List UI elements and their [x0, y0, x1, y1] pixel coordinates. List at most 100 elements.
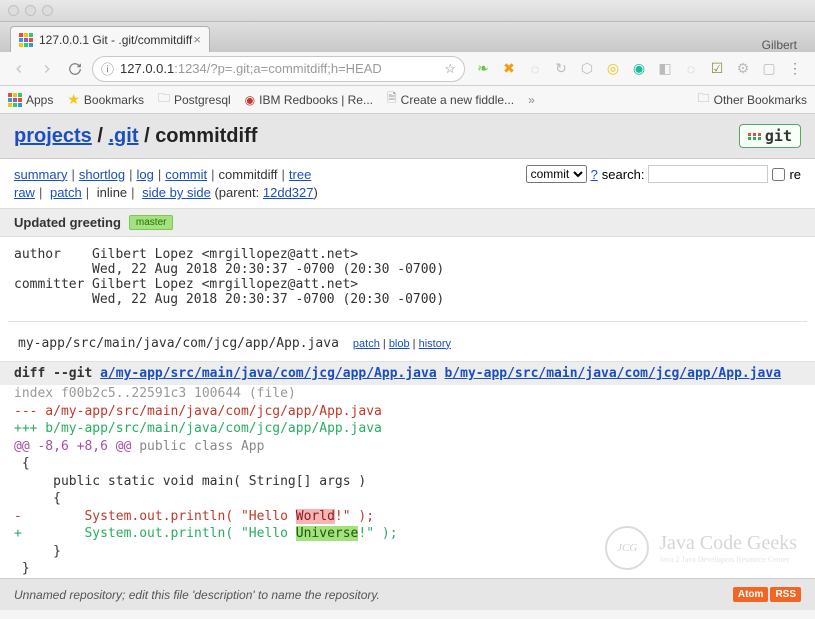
browser-tab[interactable]: 127.0.0.1 Git - .git/commitdiff ×	[10, 26, 210, 52]
nav-log[interactable]: log	[136, 167, 153, 182]
ibm-icon: ◉	[245, 93, 255, 107]
bookmark-fiddle[interactable]: 🗎 Create a new fiddle...	[387, 89, 514, 110]
minimize-window-button[interactable]	[25, 5, 36, 16]
diff-minus-file: --- a/my-app/src/main/java/com/jcg/app/A…	[0, 403, 815, 421]
footer-description: Unnamed repository; edit this file 'desc…	[14, 588, 380, 602]
back-button[interactable]	[8, 58, 30, 80]
browser-toolbar: ⓘ 127.0.0.1:1234/?p=.git;a=commitdiff;h=…	[0, 52, 815, 86]
nav-links-2: raw| patch| inline| side by side (parent…	[0, 185, 815, 208]
diff-b-link[interactable]: b/my-app/src/main/java/com/jcg/app/App.j…	[444, 366, 781, 381]
author-value: Gilbert Lopez <mrgillopez@att.net>	[92, 247, 358, 262]
page-name: commitdiff	[155, 125, 257, 147]
file-blob-link[interactable]: blob	[389, 338, 410, 350]
ext-grey7-icon[interactable]: ▢	[761, 61, 777, 77]
jcg-logo-icon: JCG	[605, 526, 649, 570]
ext-orange-icon[interactable]: ✖	[501, 61, 517, 77]
committer-label: committer	[14, 277, 92, 292]
url-path: /?p=.git;a=commitdiff;h=HEAD	[207, 61, 382, 76]
diff-context: {	[0, 490, 815, 508]
bookmark-star-icon[interactable]: ☆	[444, 61, 456, 77]
rss-feed-button[interactable]: RSS	[770, 587, 801, 602]
ext-check-icon[interactable]: ☑	[709, 61, 725, 77]
menu-icon[interactable]: ⋮	[787, 61, 803, 77]
folder-icon: 🗀	[158, 89, 170, 110]
ext-green-icon[interactable]: ◉	[631, 61, 647, 77]
search-re-label: re	[789, 167, 801, 182]
git-dots-icon	[748, 133, 761, 140]
nav-commit[interactable]: commit	[165, 167, 207, 182]
zoom-window-button[interactable]	[42, 5, 53, 16]
nav-commitdiff: commitdiff	[219, 167, 278, 182]
atom-feed-button[interactable]: Atom	[733, 587, 769, 602]
overflow-chevron-icon[interactable]: »	[528, 93, 535, 107]
nav-sbs[interactable]: side by side	[142, 185, 211, 200]
profile-badge[interactable]: Gilbert	[762, 38, 805, 52]
apps-grid-icon	[8, 93, 22, 107]
search-type-select[interactable]: commit	[526, 165, 587, 183]
page-icon: 🗎	[387, 89, 397, 110]
jcg-watermark: JCG Java Code Geeks Java 2 Java Develope…	[605, 526, 797, 570]
folder-icon: 🗀	[698, 89, 710, 110]
projects-link[interactable]: projects	[14, 125, 92, 147]
commit-message: Updated greeting	[14, 215, 121, 230]
ext-grey2-icon[interactable]: ↻	[553, 61, 569, 77]
search-input[interactable]	[648, 165, 768, 183]
tab-close-icon[interactable]: ×	[193, 32, 201, 47]
breadcrumb: projects / .git / commitdiff	[14, 125, 257, 148]
diff-hunk-header: @@ -8,6 +8,6 @@ public class App	[0, 438, 815, 456]
diff-context: {	[0, 455, 815, 473]
apps-button[interactable]: Apps	[8, 93, 53, 107]
site-info-icon[interactable]: ⓘ	[101, 59, 114, 78]
nav-links: summary| shortlog| log| commit| commitdi…	[0, 159, 815, 185]
search-help-link[interactable]: ?	[591, 167, 598, 182]
address-bar[interactable]: ⓘ 127.0.0.1:1234/?p=.git;a=commitdiff;h=…	[92, 56, 465, 82]
ext-grey5-icon[interactable]: ◌	[683, 61, 699, 77]
tab-favicon	[19, 33, 33, 47]
file-path: my-app/src/main/java/com/jcg/app/App.jav…	[18, 336, 339, 351]
star-icon: ★	[67, 91, 80, 108]
tab-title: 127.0.0.1 Git - .git/commitdiff	[39, 33, 192, 47]
page-content: projects / .git / commitdiff git summary…	[0, 114, 815, 610]
diff-view: diff --git a/my-app/src/main/java/com/jc…	[0, 361, 815, 578]
jcg-title: Java Code Geeks	[659, 532, 797, 555]
file-patch-link[interactable]: patch	[353, 338, 380, 350]
reload-button[interactable]	[64, 58, 86, 80]
git-logo[interactable]: git	[739, 124, 801, 148]
bookmark-bookmarks[interactable]: ★ Bookmarks	[67, 91, 144, 108]
search-label: search:	[602, 167, 645, 182]
ext-grey1-icon[interactable]: ◌	[527, 61, 543, 77]
nav-tree[interactable]: tree	[289, 167, 311, 182]
repo-link[interactable]: .git	[109, 125, 139, 147]
ext-grey4-icon[interactable]: ◧	[657, 61, 673, 77]
commit-meta: authorGilbert Lopez <mrgillopez@att.net>…	[0, 237, 815, 317]
nav-shortlog[interactable]: shortlog	[79, 167, 125, 182]
diff-cmd-line: diff --git a/my-app/src/main/java/com/jc…	[0, 362, 815, 385]
search-form: commit ? search: re	[526, 165, 801, 183]
bookmarks-bar: Apps ★ Bookmarks 🗀 Postgresql ◉ IBM Redb…	[0, 86, 815, 114]
forward-button[interactable]	[36, 58, 58, 80]
close-window-button[interactable]	[8, 5, 19, 16]
diff-a-link[interactable]: a/my-app/src/main/java/com/jcg/app/App.j…	[100, 366, 437, 381]
nav-summary[interactable]: summary	[14, 167, 67, 182]
diff-index-line: index f00b2c5..22591c3 100644 (file)	[0, 385, 815, 403]
nav-raw[interactable]: raw	[14, 185, 35, 200]
other-bookmarks[interactable]: 🗀 Other Bookmarks	[698, 89, 807, 110]
bookmark-postgresql[interactable]: 🗀 Postgresql	[158, 89, 231, 110]
branch-badge[interactable]: master	[129, 215, 174, 230]
file-header: my-app/src/main/java/com/jcg/app/App.jav…	[0, 326, 815, 361]
committer-date: Wed, 22 Aug 2018 20:30:37 -0700 (20:30 -…	[92, 292, 444, 307]
window-titlebar	[0, 0, 815, 22]
file-history-link[interactable]: history	[419, 338, 451, 350]
nav-patch[interactable]: patch	[50, 185, 82, 200]
evernote-icon[interactable]: ❧	[475, 61, 491, 77]
nav-inline: inline	[97, 185, 127, 200]
ext-grey6-icon[interactable]: ⚙	[735, 61, 751, 77]
ext-yellow-icon[interactable]: ◎	[605, 61, 621, 77]
parent-label: (parent:	[214, 185, 262, 200]
ext-grey3-icon[interactable]: ⬡	[579, 61, 595, 77]
parent-hash-link[interactable]: 12dd327	[263, 185, 314, 200]
bookmark-ibm[interactable]: ◉ IBM Redbooks | Re...	[245, 93, 373, 107]
search-re-checkbox[interactable]	[772, 168, 785, 181]
page-header: projects / .git / commitdiff git	[0, 114, 815, 159]
diff-deleted-line: - System.out.println( "Hello World!" );	[0, 508, 815, 526]
